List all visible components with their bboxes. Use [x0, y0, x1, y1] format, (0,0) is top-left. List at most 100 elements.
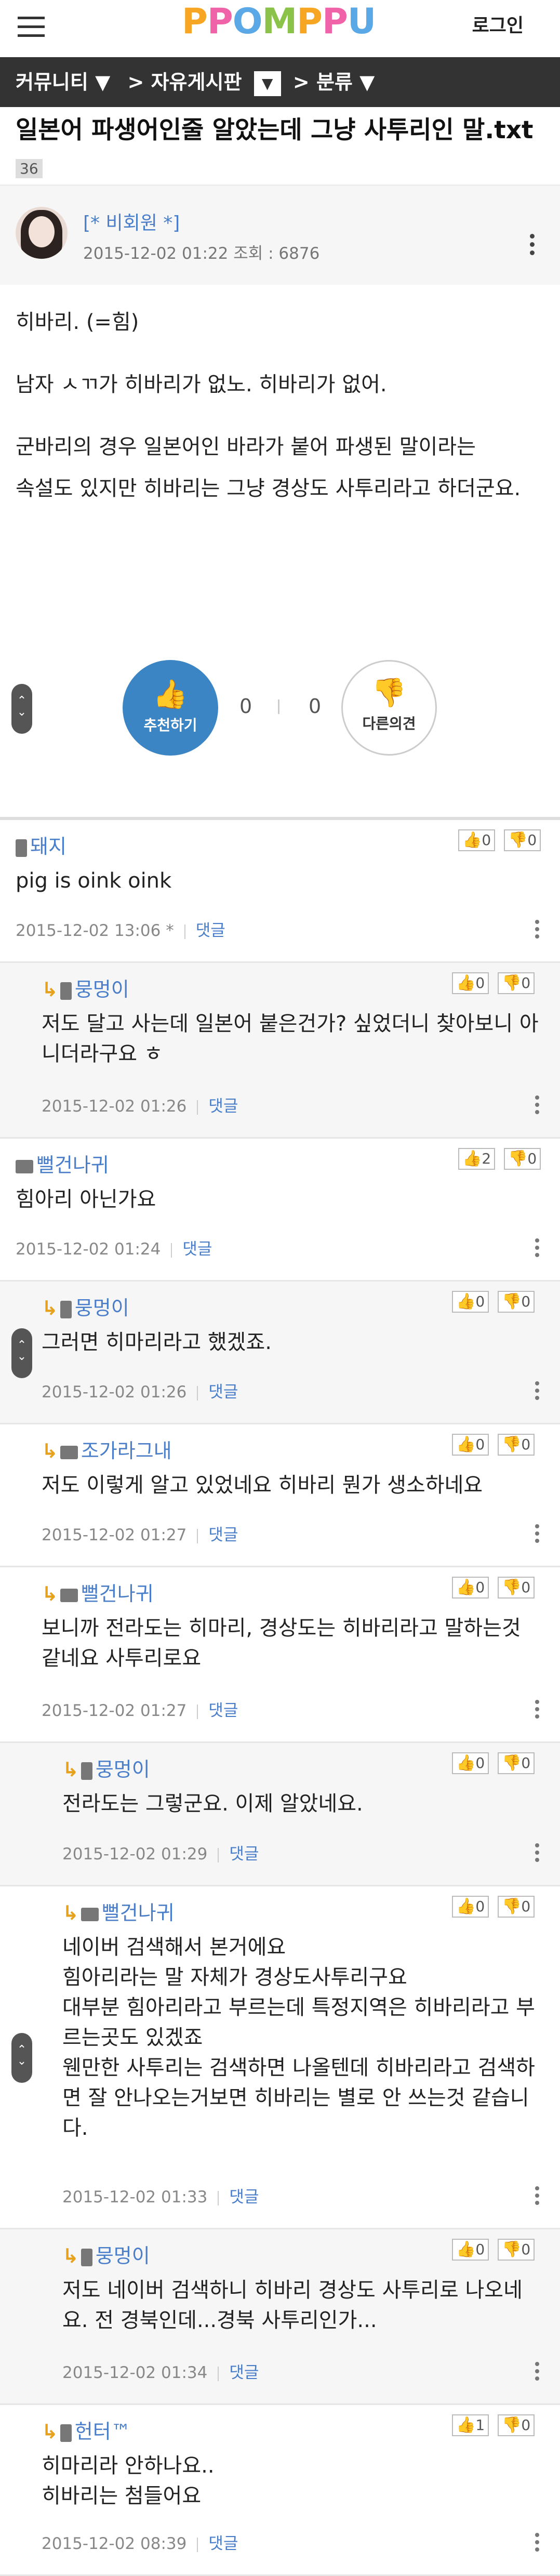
- comment-author[interactable]: ↳ 뭉멍이: [62, 2240, 150, 2268]
- board-dropdown-icon[interactable]: ▼: [254, 71, 281, 96]
- comment-author-name: 뭉멍이: [74, 1297, 129, 1319]
- upvote-button[interactable]: 👍0: [452, 972, 489, 994]
- reply-link[interactable]: 댓글: [208, 1383, 238, 1402]
- comment-more-icon[interactable]: [535, 2533, 540, 2555]
- site-logo[interactable]: PPOMPPU: [182, 1, 376, 43]
- comment-more-icon[interactable]: [535, 920, 540, 942]
- reply-link[interactable]: 댓글: [229, 2363, 259, 2382]
- comment-author[interactable]: ↳ 뭉멍이: [62, 1753, 150, 1782]
- comment-text: 네이버 검색해서 본거에요 힘아리라는 말 자체가 경상도사투리구요 대부분 힘아리…: [62, 1932, 540, 2143]
- downvote-count: 0: [521, 2416, 531, 2434]
- author-name[interactable]: [* 비회원 *]: [83, 208, 180, 235]
- downvote-button[interactable]: 👎0: [504, 1148, 541, 1170]
- comment-mark: *: [166, 921, 174, 940]
- breadcrumb-category[interactable]: > 분류 ▼: [293, 57, 375, 107]
- downvote-button[interactable]: 👎0: [498, 1896, 535, 1918]
- comment-more-icon[interactable]: [535, 1524, 540, 1546]
- comment-more-icon[interactable]: [535, 1095, 540, 1117]
- downvote-count: 0: [521, 1579, 531, 1596]
- reply-link[interactable]: 댓글: [208, 1097, 238, 1116]
- breadcrumb-free-board[interactable]: > 자유게시판: [128, 57, 242, 107]
- comment-author[interactable]: ↳ 뭉멍이: [42, 973, 129, 1002]
- comment-author[interactable]: 뻘건나귀: [16, 1149, 109, 1178]
- comment-author[interactable]: ↳ 뭉멍이: [42, 1292, 129, 1320]
- scroll-handle-icon[interactable]: ⌃ ⌄: [11, 1328, 32, 1378]
- comment-item: 뻘건나귀 👍2 👎0 힘아리 아닌가요 2015-12-02 01:24 댓글: [0, 1139, 560, 1282]
- upvote-button[interactable]: 👍2: [458, 1148, 496, 1170]
- comment-author[interactable]: 돼지: [16, 830, 66, 859]
- scroll-handle-icon[interactable]: ⌃ ⌄: [11, 2033, 32, 2083]
- comment-author-name: 뭉멍이: [95, 1758, 150, 1781]
- downvote-button[interactable]: 👎0: [498, 2414, 535, 2436]
- downvote-button[interactable]: 👎0: [498, 1291, 535, 1313]
- reply-arrow-icon: ↳: [42, 2420, 58, 2443]
- device-icon: [60, 2424, 72, 2442]
- upvote-button[interactable]: 👍1: [452, 2414, 489, 2436]
- downvote-button[interactable]: 👎0: [498, 2239, 535, 2261]
- reply-arrow-icon: ↳: [62, 2244, 79, 2267]
- category-breadcrumb: 커뮤니티 ▼ > 자유게시판 ▼ > 분류 ▼: [0, 57, 560, 107]
- upvote-count: 0: [475, 2241, 485, 2258]
- upvote-button[interactable]: 👍0: [452, 1291, 489, 1313]
- avatar[interactable]: [16, 207, 68, 259]
- comment-meta: 2015-12-02 01:26 댓글: [42, 1379, 238, 1402]
- scroll-handle-icon[interactable]: ⌃ ⌄: [11, 684, 32, 734]
- reply-link[interactable]: 댓글: [182, 1240, 212, 1259]
- post-body: 히바리. (=힘) 남자 ㅅㄲ가 히바리가 없노. 히바리가 없어. 군바리의 …: [16, 307, 551, 504]
- comment-more-icon[interactable]: [535, 1843, 540, 1865]
- reply-arrow-icon: ↳: [42, 1297, 58, 1319]
- reply-link[interactable]: 댓글: [196, 921, 225, 940]
- upvote-button[interactable]: 👍0: [452, 1434, 489, 1456]
- reply-link[interactable]: 댓글: [208, 1701, 238, 1720]
- upvote-button[interactable]: 👍0: [452, 1752, 489, 1774]
- reply-link[interactable]: 댓글: [208, 2534, 238, 2553]
- comment-item: ↳ 뭉멍이 👍0 👎0 저도 달고 사는데 일본어 붙은건가? 싶었더니 찾아보니 아니…: [0, 963, 560, 1139]
- comment-meta: 2015-12-02 01:34 댓글: [62, 2359, 259, 2383]
- comment-text: 보니까 전라도는 히마리, 경상도는 히바리라고 말하는것 같네요 사투리로요: [42, 1616, 521, 1670]
- comment-more-icon[interactable]: [535, 2362, 540, 2384]
- comment-date: 2015-12-02 01:33: [62, 2188, 208, 2207]
- comment-author[interactable]: ↳ 헌터™: [42, 2415, 131, 2444]
- downvote-button[interactable]: 👎0: [498, 1577, 535, 1599]
- oppose-button[interactable]: 👎 다른의견: [341, 660, 437, 756]
- login-button[interactable]: 로그인: [472, 10, 524, 37]
- comment-text-line: 대부분 힘아리라고 부르는데 특정지역은 히바리라고 부르는곳도 있겠죠: [62, 1996, 535, 2050]
- comment-more-icon[interactable]: [535, 1238, 540, 1260]
- post-more-icon[interactable]: [530, 234, 535, 259]
- downvote-count: 0: [521, 1754, 531, 1772]
- post-paragraph: 속설도 있지만 히바리는 그냥 경상도 사투리라고 하더군요.: [16, 477, 521, 500]
- upvote-button[interactable]: 👍0: [458, 829, 496, 851]
- reply-link[interactable]: 댓글: [208, 1526, 238, 1544]
- comment-date: 2015-12-02 01:26: [42, 1097, 187, 1116]
- downvote-count: 0: [527, 1150, 537, 1167]
- downvote-button[interactable]: 👎0: [504, 829, 541, 851]
- device-icon: [16, 1159, 33, 1173]
- recommend-button[interactable]: 👍 추천하기: [123, 660, 218, 756]
- comment-author[interactable]: ↳ 뻘건나귀: [62, 1897, 175, 1925]
- comment-text-line: 히마리라 안하나요..: [42, 2454, 215, 2478]
- comment-author-name: 뻘건나귀: [36, 1154, 109, 1177]
- device-icon: [81, 2248, 92, 2266]
- upvote-button[interactable]: 👍0: [452, 1577, 489, 1599]
- comment-date: 2015-12-02 01:26: [42, 1383, 187, 1402]
- comment-more-icon[interactable]: [535, 2186, 540, 2208]
- logo-letter: P: [297, 1, 323, 42]
- device-icon: [60, 1445, 78, 1459]
- breadcrumb-community[interactable]: 커뮤니티 ▼: [16, 57, 110, 107]
- device-icon: [60, 982, 72, 1000]
- comment-more-icon[interactable]: [535, 1700, 540, 1722]
- post-meta: 2015-12-02 01:22 조회 : 6876: [83, 244, 320, 263]
- hamburger-menu-icon[interactable]: [16, 10, 47, 42]
- comment-author[interactable]: ↳ 조가라그내: [42, 1435, 172, 1463]
- downvote-button[interactable]: 👎0: [498, 972, 535, 994]
- comment-author-name: 뭉멍이: [74, 978, 129, 1001]
- comment-more-icon[interactable]: [535, 1381, 540, 1403]
- reply-link[interactable]: 댓글: [229, 1845, 259, 1864]
- upvote-button[interactable]: 👍0: [452, 1896, 489, 1918]
- comment-author[interactable]: ↳ 뻘건나귀: [42, 1578, 154, 1606]
- reply-arrow-icon: ↳: [62, 1901, 79, 1924]
- reply-link[interactable]: 댓글: [229, 2188, 259, 2207]
- downvote-button[interactable]: 👎0: [498, 1434, 535, 1456]
- upvote-button[interactable]: 👍0: [452, 2239, 489, 2261]
- downvote-button[interactable]: 👎0: [498, 1752, 535, 1774]
